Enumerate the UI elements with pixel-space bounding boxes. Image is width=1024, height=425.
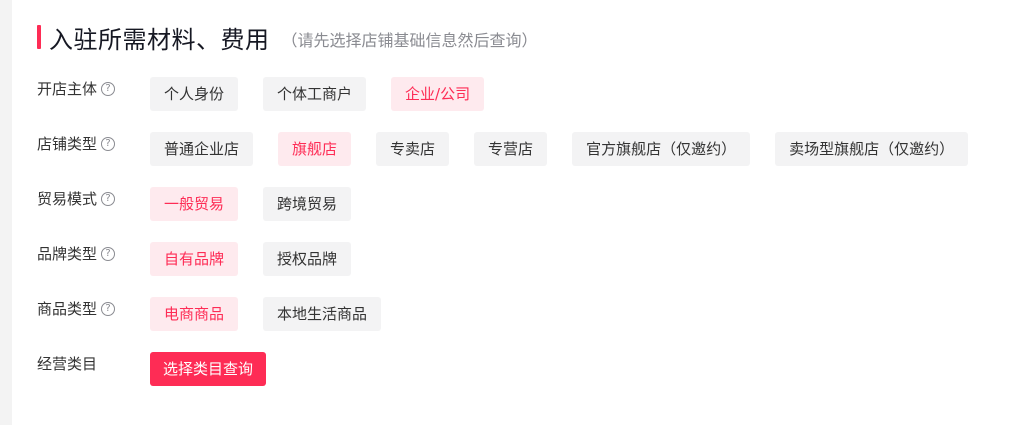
option-mall-flagship-store[interactable]: 卖场型旗舰店（仅邀约） — [775, 132, 969, 166]
section-title: 入驻所需材料、费用 — [49, 25, 270, 54]
row-label-text: 商品类型 — [37, 300, 98, 318]
row-label: 贸易模式 ? — [37, 188, 150, 209]
option-specialty-store[interactable]: 专营店 — [474, 132, 548, 166]
row-store-entity: 开店主体 ? 个人身份 个体工商户 企业/公司 — [37, 77, 509, 111]
row-label: 品牌类型 ? — [37, 243, 150, 264]
title-accent-bar — [37, 25, 41, 49]
option-local-life-goods[interactable]: 本地生活商品 — [263, 297, 382, 331]
row-label: 店铺类型 ? — [37, 133, 150, 154]
option-enterprise[interactable]: 企业/公司 — [391, 77, 485, 111]
row-label: 经营类目 — [37, 353, 150, 374]
option-regular-enterprise-store[interactable]: 普通企业店 — [150, 132, 254, 166]
option-group: 普通企业店 旗舰店 专卖店 专营店 官方旗舰店（仅邀约） 卖场型旗舰店（仅邀约） — [150, 132, 993, 166]
row-label-text: 店铺类型 — [37, 135, 98, 153]
section-subtitle: （请先选择店铺基础信息然后查询） — [281, 30, 538, 50]
help-icon[interactable]: ? — [101, 191, 116, 206]
option-official-flagship-store[interactable]: 官方旗舰店（仅邀约） — [572, 132, 751, 166]
row-business-category: 经营类目 选择类目查询 — [37, 352, 267, 386]
row-label-text: 贸易模式 — [37, 190, 98, 208]
row-trade-mode: 贸易模式 ? 一般贸易 跨境贸易 — [37, 187, 376, 221]
help-icon[interactable]: ? — [101, 246, 116, 261]
select-category-query-button[interactable]: 选择类目查询 — [150, 352, 267, 386]
help-icon[interactable]: ? — [101, 136, 116, 151]
option-group: 选择类目查询 — [150, 352, 267, 386]
option-ecommerce-goods[interactable]: 电商商品 — [150, 297, 239, 331]
materials-fees-panel: 入驻所需材料、费用 （请先选择店铺基础信息然后查询） 开店主体 ? 个人身份 个… — [12, 0, 1024, 425]
option-group: 自有品牌 授权品牌 — [150, 242, 376, 276]
option-flagship-store[interactable]: 旗舰店 — [278, 132, 352, 166]
row-store-type: 店铺类型 ? 普通企业店 旗舰店 专卖店 专营店 官方旗舰店（仅邀约） 卖场型旗… — [37, 132, 993, 166]
option-own-brand[interactable]: 自有品牌 — [150, 242, 239, 276]
option-group: 个人身份 个体工商户 企业/公司 — [150, 77, 509, 111]
help-icon[interactable]: ? — [101, 81, 116, 96]
row-label-text: 经营类目 — [37, 355, 98, 373]
row-label: 商品类型 ? — [37, 298, 150, 319]
row-label-text: 品牌类型 — [37, 245, 98, 263]
section-header: 入驻所需材料、费用 （请先选择店铺基础信息然后查询） — [37, 20, 538, 54]
option-cross-border-trade[interactable]: 跨境贸易 — [263, 187, 352, 221]
option-group: 电商商品 本地生活商品 — [150, 297, 406, 331]
row-label-text: 开店主体 — [37, 80, 98, 98]
help-icon[interactable]: ? — [101, 301, 116, 316]
option-personal-id[interactable]: 个人身份 — [150, 77, 239, 111]
option-group: 一般贸易 跨境贸易 — [150, 187, 376, 221]
row-product-type: 商品类型 ? 电商商品 本地生活商品 — [37, 297, 406, 331]
option-individual-business[interactable]: 个体工商户 — [263, 77, 367, 111]
option-exclusive-store[interactable]: 专卖店 — [376, 132, 450, 166]
left-gutter — [0, 0, 12, 425]
row-brand-type: 品牌类型 ? 自有品牌 授权品牌 — [37, 242, 376, 276]
option-authorized-brand[interactable]: 授权品牌 — [263, 242, 352, 276]
row-label: 开店主体 ? — [37, 78, 150, 99]
option-general-trade[interactable]: 一般贸易 — [150, 187, 239, 221]
